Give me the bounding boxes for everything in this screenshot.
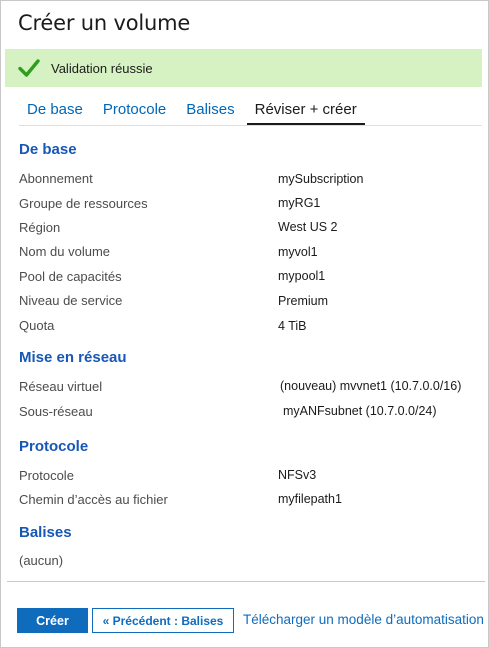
tab-protocol[interactable]: Protocole (95, 97, 174, 125)
row-value-subnet: myANFsubnet (10.7.0.0/24) (283, 404, 437, 418)
section-title-tags: Balises (19, 524, 72, 541)
check-icon (18, 59, 40, 77)
row-value-resource-group: myRG1 (278, 196, 321, 210)
create-volume-panel: Créer un volume Validation réussie De ba… (0, 0, 489, 648)
row-value-service-level: Premium (278, 294, 329, 308)
download-template-link[interactable]: Télécharger un modèle d’automatisation (243, 612, 484, 627)
row-value-virtual-network: (nouveau) mvvnet1 (10.7.0.0/16) (280, 379, 462, 393)
row-label-volume-name: Nom du volume (19, 244, 111, 259)
footer-divider (7, 581, 485, 582)
page-title: Créer un volume (18, 11, 191, 35)
row-label-protocol: Protocole (19, 468, 74, 483)
validation-message: Validation réussie (51, 60, 153, 76)
tab-basics[interactable]: De base (19, 97, 91, 125)
previous-button[interactable]: « Précédent : Balises (92, 608, 234, 633)
row-label-capacity-pool: Pool de capacités (19, 269, 122, 284)
row-label-region: Région (19, 220, 61, 235)
row-value-protocol: NFSv3 (278, 468, 317, 482)
section-title-protocol: Protocole (19, 438, 89, 455)
row-label-virtual-network: Réseau virtuel (19, 379, 103, 394)
row-value-subscription: mySubscription (278, 172, 364, 186)
tab-tags[interactable]: Balises (178, 97, 242, 125)
row-label-resource-group: Groupe de ressources (19, 196, 148, 211)
create-button[interactable]: Créer (17, 608, 88, 633)
row-value-volume-name: myvol1 (278, 245, 318, 259)
row-label-quota: Quota (19, 318, 55, 333)
row-label-file-path: Chemin d’accès au fichier (19, 492, 168, 507)
row-value-capacity-pool: mypool1 (278, 269, 326, 283)
row-value-region: West US 2 (278, 220, 338, 234)
row-value-quota: 4 TiB (278, 319, 307, 333)
row-value-file-path: myfilepath1 (278, 492, 342, 506)
tab-divider (19, 125, 482, 126)
validation-banner: Validation réussie (5, 49, 482, 87)
tab-review-create[interactable]: Réviser + créer (246, 97, 365, 125)
row-label-subnet: Sous-réseau (19, 404, 93, 419)
tab-bar: De base Protocole Balises Réviser + crée… (19, 97, 365, 125)
row-label-service-level: Niveau de service (19, 293, 123, 308)
tags-empty-text: (aucun) (19, 553, 64, 568)
row-label-subscription: Abonnement (19, 171, 93, 186)
section-title-networking: Mise en réseau (19, 349, 127, 366)
section-title-basics: De base (19, 141, 77, 158)
